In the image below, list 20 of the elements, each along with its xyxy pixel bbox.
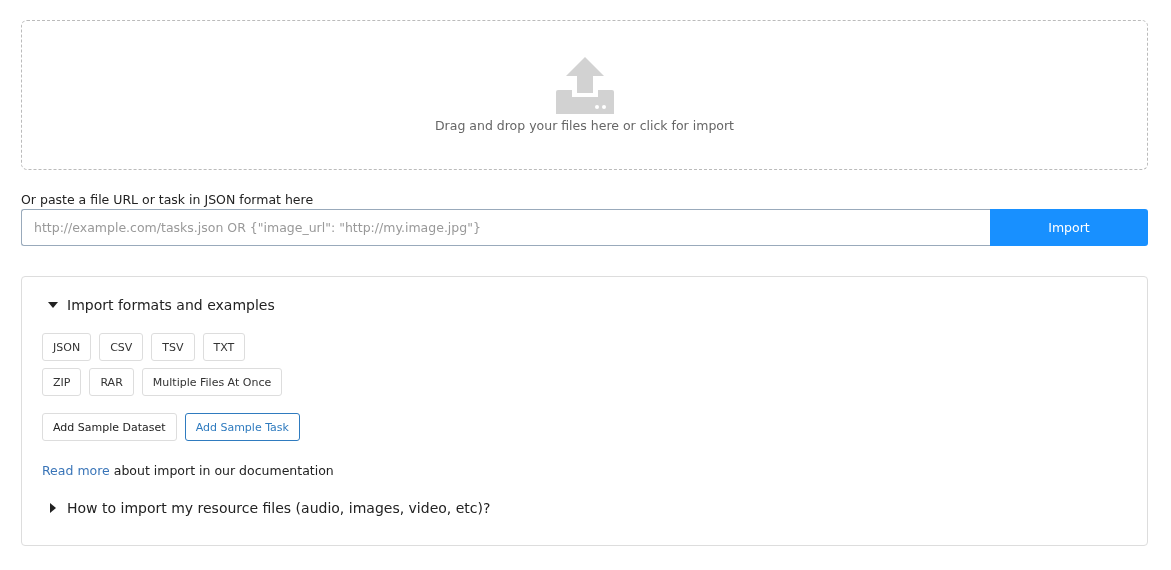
sample-button[interactable]: Add Sample Task	[184, 413, 300, 441]
format-button[interactable]: JSON	[42, 333, 92, 361]
section-header[interactable]: How to import my resource files (audio, images, video, etc)?	[42, 500, 491, 516]
format-button[interactable]: CSV	[99, 333, 144, 361]
section-header[interactable]: Import formats and examples	[42, 297, 275, 313]
dropzone-hint: Drag and drop your files here or click for import	[435, 118, 734, 133]
read-more-link[interactable]: Read more	[42, 463, 110, 478]
upload-icon	[555, 57, 614, 114]
sample-button[interactable]: Add Sample Dataset	[42, 413, 177, 441]
format-button[interactable]: RAR	[89, 368, 134, 396]
caret-right-icon	[48, 503, 58, 513]
format-button[interactable]: TSV	[151, 333, 195, 361]
documentation-note: Read more about import in our documentation	[42, 463, 335, 478]
format-button[interactable]: TXT	[202, 333, 246, 361]
url-input-field[interactable]: http://example.com/tasks.json OR {"image_url": "http://my.image.jpg"}	[21, 209, 990, 246]
file-dropzone[interactable]: Drag and drop your files here or click for import	[21, 20, 1148, 170]
format-button[interactable]: Multiple Files At Once	[141, 368, 283, 396]
url-field-label: Or paste a file URL or task in JSON format here	[21, 192, 315, 207]
format-button[interactable]: ZIP	[42, 368, 82, 396]
caret-down-icon	[48, 300, 58, 310]
